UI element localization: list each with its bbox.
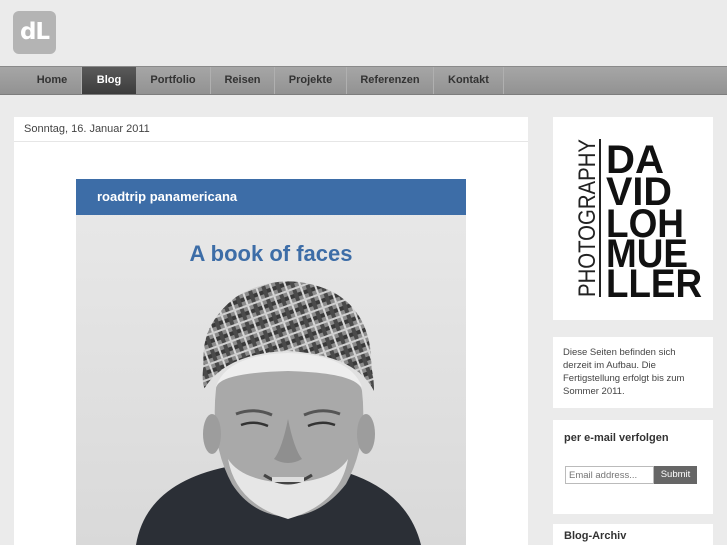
info-text-block: Diese Seiten befinden sich derzeit im Au… [553, 337, 713, 408]
site-header: dL [0, 0, 727, 66]
portrait-photo [136, 281, 421, 545]
nav-item-reisen[interactable]: Reisen [211, 67, 275, 94]
email-subscribe-block: per e-mail verfolgen Submit [553, 420, 713, 514]
nav-item-kontakt[interactable]: Kontakt [434, 67, 504, 94]
nav-item-blog[interactable]: Blog [82, 67, 136, 94]
nav-item-projekte[interactable]: Projekte [275, 67, 347, 94]
submit-button[interactable]: Submit [654, 466, 697, 484]
site-logo[interactable]: dL [13, 11, 56, 54]
book-cover-image[interactable]: roadtrip panamericana A book of faces [76, 179, 466, 545]
brand-logo: PHOTOGRAPHY DA VID LOH MUE LLER [574, 138, 702, 306]
book-header-bar: roadtrip panamericana [76, 179, 466, 215]
nav-item-portfolio[interactable]: Portfolio [136, 67, 211, 94]
nav-item-home[interactable]: Home [23, 67, 82, 94]
info-text: Diese Seiten befinden sich derzeit im Au… [563, 347, 685, 397]
post-date: Sonntag, 16. Januar 2011 [14, 117, 528, 142]
blog-archive-title: Blog-Archiv [564, 530, 627, 542]
brand-logo-block: PHOTOGRAPHY DA VID LOH MUE LLER [553, 117, 713, 320]
brand-line-5: LLER [606, 262, 702, 306]
blog-archive-block: Blog-Archiv [553, 524, 713, 545]
nav-item-referenzen[interactable]: Referenzen [347, 67, 434, 94]
book-title: A book of faces [189, 241, 353, 266]
main-nav: Home Blog Portfolio Reisen Projekte Refe… [0, 66, 727, 95]
email-subscribe-title: per e-mail verfolgen [564, 432, 669, 444]
email-input[interactable] [565, 466, 654, 484]
blog-post: Sonntag, 16. Januar 2011 roadtrip paname… [14, 117, 528, 545]
brand-vertical-text: PHOTOGRAPHY [574, 139, 601, 297]
